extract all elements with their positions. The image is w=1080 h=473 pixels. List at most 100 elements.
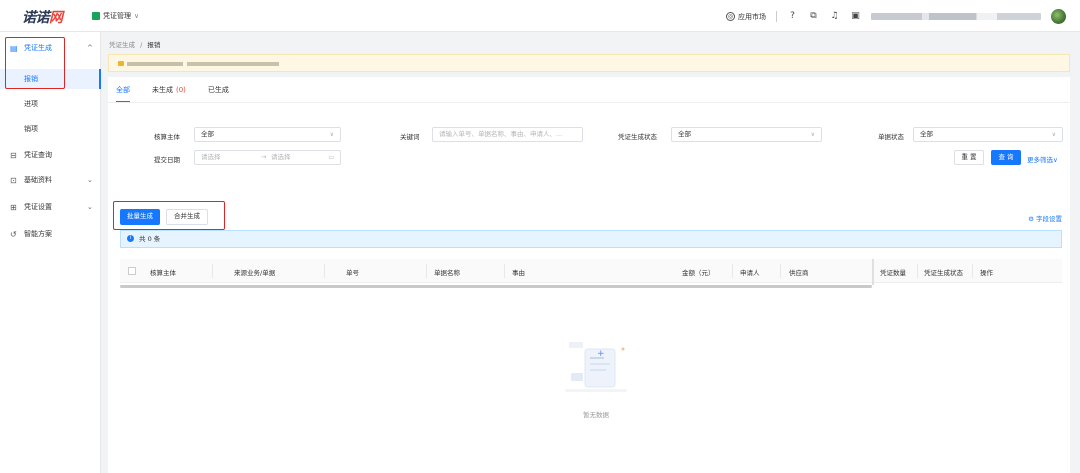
- tab-label: 已生成: [207, 86, 229, 94]
- sidebar-item-output[interactable]: 销项: [0, 119, 101, 139]
- sidebar-item-label: 销项: [24, 125, 38, 133]
- column-header: 核算主体: [150, 269, 176, 277]
- date-start-placeholder: 请选择: [201, 153, 221, 161]
- tab-all[interactable]: 全部: [116, 85, 130, 103]
- column-divider: [324, 264, 325, 278]
- settings-doc-icon: ⊞: [10, 202, 17, 212]
- help-icon[interactable]: ?: [787, 11, 798, 22]
- smart-icon: ↺: [10, 229, 17, 239]
- date-label: 提交日期: [154, 156, 180, 164]
- voucher-status-select[interactable]: 全部 ∨: [671, 127, 822, 142]
- copy-icon[interactable]: ⧉: [808, 11, 819, 22]
- highlight-box: [5, 37, 65, 89]
- entity-value: 全部: [201, 130, 214, 138]
- sidebar-item-label: 基础资料: [24, 176, 52, 184]
- avatar[interactable]: [1051, 9, 1066, 24]
- status-tabs: 全部 未生成 (0) 已生成: [116, 85, 229, 103]
- column-header: 事由: [512, 269, 525, 277]
- module-switcher[interactable]: 凭证管理 ∨: [92, 11, 139, 21]
- search-doc-icon: ⊟: [10, 150, 17, 160]
- notice-banner: [108, 54, 1070, 72]
- bell-icon[interactable]: ♫: [829, 11, 840, 22]
- keyword-label: 关键词: [400, 133, 420, 141]
- keyword-placeholder: 请输入单号、单据名称、事由、申请人、...: [439, 130, 563, 138]
- empty-state: + 暂无数据: [561, 337, 631, 419]
- column-header: 申请人: [740, 269, 760, 277]
- column-header: 凭证生成状态: [924, 269, 963, 277]
- column-header: 单据名称: [434, 269, 460, 277]
- more-filters-link[interactable]: 更多筛选∨: [1027, 154, 1058, 164]
- column-header: 供应商: [789, 269, 809, 277]
- chevron-down-icon: ∨: [1051, 131, 1056, 138]
- column-divider: [732, 264, 733, 278]
- column-divider: [504, 264, 505, 278]
- svg-text:+: +: [597, 349, 605, 359]
- select-all-checkbox[interactable]: [128, 267, 136, 275]
- breadcrumb-separator: /: [140, 41, 143, 49]
- logo[interactable]: 诺诺网: [22, 7, 63, 27]
- app-market-button[interactable]: ◎ 应用市场: [726, 12, 766, 22]
- highlight-box: [113, 201, 225, 230]
- divider: [776, 11, 777, 22]
- sidebar-item-basic-data[interactable]: ⊡ 基础资料 ⌄: [0, 170, 101, 190]
- query-button[interactable]: 查 询: [991, 150, 1021, 165]
- column-divider: [780, 264, 781, 278]
- tab-divider: [108, 102, 1070, 103]
- breadcrumb: 凭证生成 / 报销: [109, 39, 160, 49]
- column-header: 凭证数量: [880, 269, 906, 277]
- breadcrumb-current: 报销: [147, 41, 161, 49]
- horizontal-scrollbar[interactable]: [120, 285, 872, 288]
- logo-accent: 网: [49, 10, 63, 26]
- doc-status-value: 全部: [920, 130, 933, 138]
- doc-status-select[interactable]: 全部 ∨: [913, 127, 1063, 142]
- sidebar-item-label: 凭证查询: [24, 151, 52, 159]
- module-icon: [92, 12, 100, 20]
- message-icon[interactable]: ▣: [850, 11, 861, 22]
- sidebar-item-label: 凭证设置: [24, 203, 52, 211]
- entity-label: 核算主体: [154, 133, 180, 141]
- tab-not-generated[interactable]: 未生成 (0): [152, 85, 186, 103]
- column-header: 单号: [346, 269, 359, 277]
- reset-label: 重 置: [961, 153, 977, 161]
- entity-select[interactable]: 全部 ∨: [194, 127, 341, 142]
- tab-generated[interactable]: 已生成: [208, 85, 229, 103]
- fixed-column-shadow: [872, 259, 874, 285]
- gear-icon: ⚙: [1028, 215, 1036, 223]
- chevron-up-icon: ^: [87, 44, 93, 52]
- sidebar-item-input[interactable]: 进项: [0, 94, 101, 114]
- tab-label: 未生成: [152, 86, 173, 94]
- app-market-icon: ◎: [726, 12, 735, 21]
- chevron-down-icon: ∨: [134, 12, 140, 20]
- main-content: 凭证生成 / 报销 全部 未生成 (0) 已生成 核算主体 全部 ∨ 关键词 请输…: [101, 32, 1080, 473]
- sidebar-item-label: 智能方案: [24, 230, 52, 238]
- notice-icon: [118, 61, 124, 66]
- voucher-status-label: 凭证生成状态: [618, 133, 657, 141]
- user-info-redacted[interactable]: [871, 13, 1041, 20]
- date-range-picker[interactable]: 请选择 → 请选择 ▭: [194, 150, 341, 165]
- column-settings-link[interactable]: ⚙ 字段设置: [1028, 213, 1062, 223]
- sidebar-item-smart-plan[interactable]: ↺ 智能方案: [0, 224, 101, 244]
- doc-status-label: 单据状态: [878, 133, 904, 141]
- column-divider: [426, 264, 427, 278]
- column-header: 来源业务/单据: [234, 269, 276, 277]
- info-icon: i: [127, 235, 134, 242]
- list-card: 批量生成 合并生成 ⚙ 字段设置 i 共 0 条 核算主体 来源业务/单据 单号…: [108, 197, 1070, 473]
- calendar-icon: ▭: [328, 154, 334, 161]
- column-header: 操作: [980, 269, 993, 277]
- breadcrumb-parent[interactable]: 凭证生成: [109, 41, 135, 49]
- tab-count: (0): [176, 86, 186, 94]
- chevron-down-icon: ∨: [329, 131, 334, 138]
- sidebar-item-voucher-settings[interactable]: ⊞ 凭证设置 ⌄: [0, 197, 101, 217]
- date-end-placeholder: 请选择: [271, 153, 291, 161]
- voucher-status-value: 全部: [678, 130, 691, 138]
- sidebar-item-voucher-query[interactable]: ⊟ 凭证查询: [0, 145, 101, 165]
- reset-button[interactable]: 重 置: [954, 150, 984, 165]
- sidebar-item-label: 进项: [24, 100, 38, 108]
- keyword-input[interactable]: 请输入单号、单据名称、事由、申请人、...: [432, 127, 583, 142]
- chevron-down-icon: ⌄: [87, 203, 93, 211]
- top-bar: 诺诺网 凭证管理 ∨ ◎ 应用市场 ? ⧉ ♫ ▣: [0, 0, 1080, 32]
- empty-text: 暂无数据: [583, 411, 609, 419]
- chevron-down-icon: ⌄: [87, 176, 93, 184]
- app-market-label: 应用市场: [738, 12, 766, 21]
- column-header: 金额（元）: [682, 269, 715, 277]
